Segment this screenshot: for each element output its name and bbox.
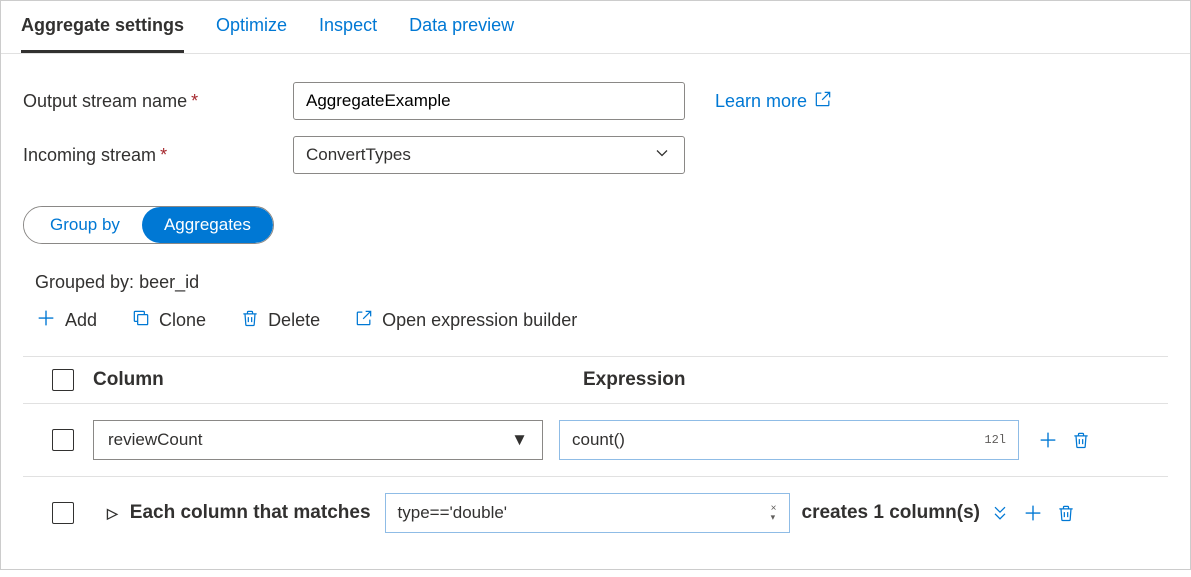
clear-sort-icon[interactable]: ×▾ — [771, 504, 777, 521]
column-header-column: Column — [93, 369, 583, 391]
pattern-row: ▷ Each column that matches type=='double… — [23, 477, 1168, 549]
add-row-button[interactable] — [1022, 502, 1044, 524]
tab-bar: Aggregate settings Optimize Inspect Data… — [1, 1, 1190, 54]
pattern-suffix-label: creates 1 column(s) — [802, 502, 980, 524]
grid-header: Column Expression — [23, 356, 1168, 404]
delete-row-button[interactable] — [1056, 502, 1076, 524]
select-all-checkbox[interactable] — [52, 369, 74, 391]
aggregate-row: reviewCount ▼ count() 12l — [23, 404, 1168, 477]
incoming-stream-row: Incoming stream* ConvertTypes — [23, 136, 1168, 174]
tab-inspect[interactable]: Inspect — [319, 1, 377, 53]
row-checkbox[interactable] — [52, 502, 74, 524]
column-header-expression: Expression — [583, 369, 1168, 391]
open-expression-builder-button[interactable]: Open expression builder — [354, 308, 577, 333]
copy-icon — [131, 308, 151, 333]
delete-row-button[interactable] — [1071, 429, 1091, 451]
clone-button[interactable]: Clone — [131, 308, 206, 333]
tab-data-preview[interactable]: Data preview — [409, 1, 514, 53]
expand-double-chevron-icon[interactable] — [990, 503, 1010, 523]
pattern-prefix-label: Each column that matches — [130, 502, 371, 524]
delete-button[interactable]: Delete — [240, 307, 320, 334]
column-name-dropdown[interactable]: reviewCount ▼ — [93, 420, 543, 460]
expression-type-indicator: 12l — [984, 433, 1006, 447]
output-stream-row: Output stream name* Learn more — [23, 82, 1168, 120]
external-link-icon — [354, 308, 374, 333]
caret-down-icon: ▼ — [511, 430, 528, 450]
tab-optimize[interactable]: Optimize — [216, 1, 287, 53]
external-link-icon — [813, 89, 833, 114]
trash-icon — [240, 307, 260, 334]
expression-input[interactable]: count() 12l — [559, 420, 1019, 460]
add-button[interactable]: Add — [35, 307, 97, 334]
grouped-by-text: Grouped by: beer_id — [35, 272, 1168, 293]
output-stream-input[interactable] — [293, 82, 685, 120]
learn-more-link[interactable]: Learn more — [715, 89, 833, 114]
plus-icon — [35, 307, 57, 334]
mode-toggle: Group by Aggregates — [23, 206, 274, 244]
pattern-condition-input[interactable]: type=='double' ×▾ — [385, 493, 790, 533]
row-checkbox[interactable] — [52, 429, 74, 451]
expand-icon[interactable]: ▷ — [107, 505, 118, 522]
incoming-stream-select[interactable]: ConvertTypes — [293, 136, 685, 174]
incoming-stream-label: Incoming stream* — [23, 145, 263, 166]
pill-aggregates[interactable]: Aggregates — [142, 207, 273, 243]
tab-aggregate-settings[interactable]: Aggregate settings — [21, 1, 184, 53]
chevron-down-icon — [652, 143, 672, 168]
actions-toolbar: Add Clone Delete Open expression builder — [35, 307, 1168, 334]
add-row-button[interactable] — [1037, 429, 1059, 451]
output-stream-label: Output stream name* — [23, 91, 263, 112]
pill-group-by[interactable]: Group by — [24, 207, 142, 243]
